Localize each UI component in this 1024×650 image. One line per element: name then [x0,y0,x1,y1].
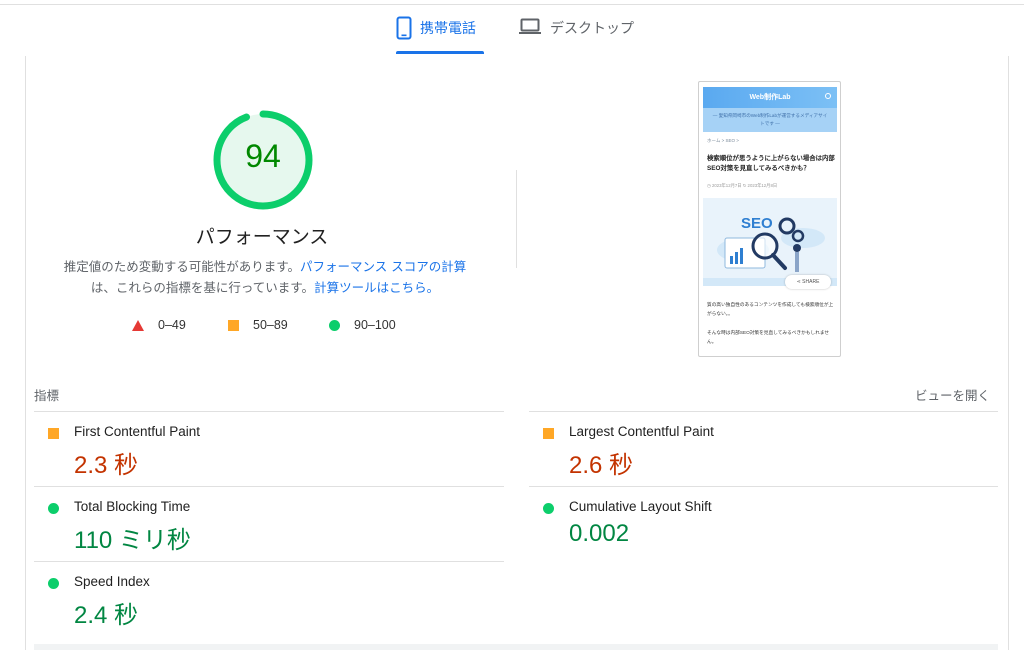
score-description: 推定値のため変動する可能性があります。パフォーマンス スコアの計算 は、これらの… [50,256,480,298]
thumb-share-button: ⋖ SHARE [785,275,831,289]
thumb-tagline-line: トです — [760,121,780,126]
thumb-breadcrumb: ホーム > SEO > [707,138,739,143]
metric-tbt: Total Blocking Time 110 ミリ秒 [34,486,504,561]
description-text: 推定値のため変動する可能性があります。 [63,259,301,274]
laptop-icon [518,16,542,40]
score-calc-link[interactable]: パフォーマンス スコアの計算 [300,259,466,274]
green-circle-icon [48,503,59,514]
expand-view-toggle[interactable]: ビューを開く [908,385,990,404]
performance-title: パフォーマンス [195,226,329,248]
performance-score: 94 [245,138,281,174]
metric-si: Speed Index 2.4 秒 [34,561,504,636]
metric-value: 2.3 秒 [74,452,139,479]
calculator-link[interactable]: 計算ツールはこちら。 [314,280,439,295]
thumb-site-header: Web制作Lab [703,87,837,108]
metric-cls: Cumulative Layout Shift 0.002 [529,486,998,561]
thumb-tagline: — 愛知県岡崎市のWeb制作Labが運営するメディアサイ トです — [703,108,837,132]
metric-fcp: First Contentful Paint 2.3 秒 [34,411,504,486]
thumb-article-title: 検索順位が思うように上がらない場合は内部SEO対策を見直してみるべきかも？ [707,155,835,172]
tab-desktop-label: デスクトップ [550,21,634,37]
metric-value: 0.002 [569,520,630,547]
thumb-tagline-line: — 愛知県岡崎市のWeb制作Labが運営するメディアサイ [712,113,828,118]
thumb-body-text-2: そんな時は内部SEO対策を見直してみるべきかもしれません。 [707,330,830,344]
thumb-site-title: Web制作Lab [749,94,791,101]
legend-range: 90–100 [354,318,396,332]
metric-lcp: Largest Contentful Paint 2.6 秒 [529,411,998,486]
thumb-dates: ◷ 2023年12月7日 ↻ 2023年12月8日 [707,183,778,188]
thumb-body-text: 質の高い独自性のあるコンテンツを作成しても検索順位が上がらない。。 [707,302,834,316]
tab-mobile[interactable]: 携帯電話 [396,16,484,54]
green-circle-icon [543,503,554,514]
vertical-divider [516,170,517,268]
green-circle-icon [48,578,59,589]
metric-value: 2.6 秒 [569,452,634,479]
metric-name: Cumulative Layout Shift [569,499,712,514]
tab-mobile-label: 携帯電話 [420,21,476,37]
metric-value: 2.4 秒 [74,602,139,629]
metrics-section-label: 指標 [34,388,60,403]
metric-name: First Contentful Paint [74,424,201,439]
metric-value: 110 ミリ秒 [74,527,191,554]
legend-average: 50–89 [228,316,288,334]
legend-good: 90–100 [329,316,396,334]
red-triangle-icon [132,319,144,331]
mobile-phone-icon [396,16,412,44]
thumb-hero-illustration: SEO [703,198,837,286]
active-tab-indicator [396,51,484,54]
orange-square-icon [228,319,239,331]
tab-desktop[interactable]: デスクトップ [518,16,648,54]
page-screenshot-thumbnail: Web制作Lab — 愛知県岡崎市のWeb制作Labが運営するメディアサイ トで… [698,81,841,357]
metric-name: Largest Contentful Paint [569,424,714,439]
thumb-hero-seo-text: SEO [741,215,773,232]
orange-square-icon [543,428,554,439]
metric-name: Total Blocking Time [74,499,191,514]
legend-poor: 0–49 [132,316,186,334]
legend-range: 50–89 [253,318,288,332]
thumb-share-label: SHARE [802,279,820,285]
legend-range: 0–49 [158,318,186,332]
green-circle-icon [329,319,340,331]
description-text-2: は、これらの指標を基に行っています。 [90,280,315,295]
bottom-strip [34,644,998,650]
metric-name: Speed Index [74,574,150,589]
orange-square-icon [48,428,59,439]
device-tabs: 携帯電話 デスクトップ [0,0,1024,56]
search-icon [825,93,831,99]
